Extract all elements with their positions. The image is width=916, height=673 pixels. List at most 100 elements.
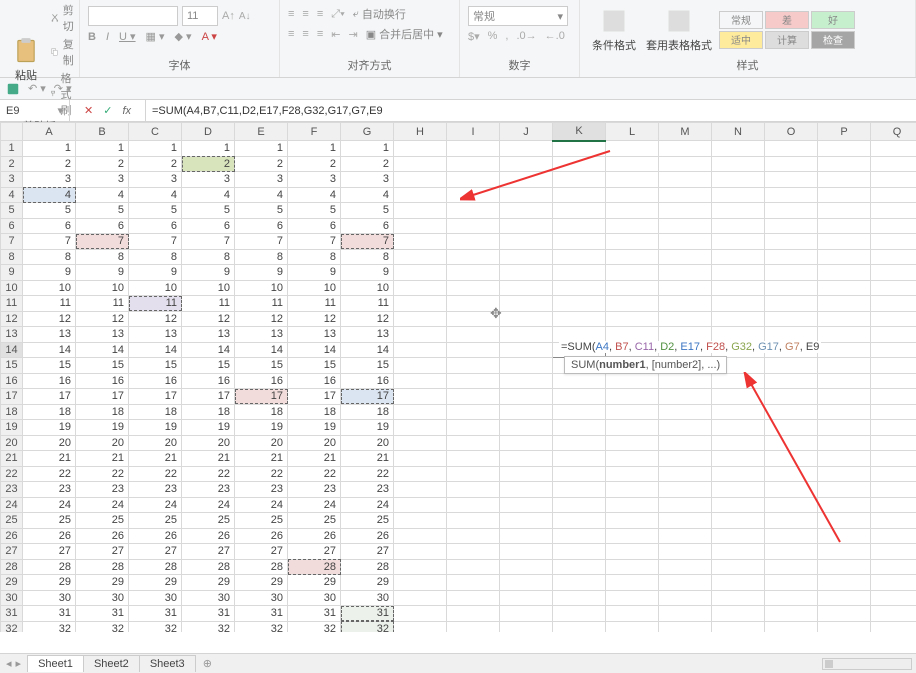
row-header-32[interactable]: 32 (1, 621, 23, 632)
cell-C12[interactable]: 12 (129, 311, 182, 327)
grow-font-icon[interactable]: A↑ (222, 10, 235, 22)
tab-nav-last-icon[interactable]: ▸ (16, 657, 22, 670)
row-header-13[interactable]: 13 (1, 327, 23, 343)
cell-K30[interactable] (553, 590, 606, 606)
cell-P18[interactable] (818, 404, 871, 420)
cell-J18[interactable] (500, 404, 553, 420)
cell-F4[interactable]: 4 (288, 187, 341, 203)
cell-L12[interactable] (606, 311, 659, 327)
cell-O25[interactable] (765, 513, 818, 529)
cell-K28[interactable] (553, 559, 606, 575)
cell-Q19[interactable] (871, 420, 916, 436)
save-icon[interactable] (6, 82, 20, 96)
cell-I3[interactable] (447, 172, 500, 188)
cell-K20[interactable] (553, 435, 606, 451)
cell-D18[interactable]: 18 (182, 404, 235, 420)
cell-G1[interactable]: 1 (341, 141, 394, 157)
row-header-22[interactable]: 22 (1, 466, 23, 482)
col-header-O[interactable]: O (765, 123, 818, 141)
cell-G7[interactable]: 7 (341, 234, 394, 250)
cell-D22[interactable]: 22 (182, 466, 235, 482)
cell-H1[interactable] (394, 141, 447, 157)
cell-P28[interactable] (818, 559, 871, 575)
sheet-tab-3[interactable]: Sheet3 (139, 655, 196, 672)
underline-button[interactable]: U ▾ (119, 30, 136, 43)
cell-K25[interactable] (553, 513, 606, 529)
cell-O4[interactable] (765, 187, 818, 203)
cell-I4[interactable] (447, 187, 500, 203)
cell-A7[interactable]: 7 (23, 234, 76, 250)
cell-M10[interactable] (659, 280, 712, 296)
cell-E24[interactable]: 24 (235, 497, 288, 513)
cell-M19[interactable] (659, 420, 712, 436)
style-bad[interactable]: 差 (765, 11, 809, 29)
cell-H21[interactable] (394, 451, 447, 467)
cell-K27[interactable] (553, 544, 606, 560)
cell-O6[interactable] (765, 218, 818, 234)
cell-L7[interactable] (606, 234, 659, 250)
cell-D3[interactable]: 3 (182, 172, 235, 188)
cell-L1[interactable] (606, 141, 659, 157)
cell-J21[interactable] (500, 451, 553, 467)
cell-J24[interactable] (500, 497, 553, 513)
cell-Q32[interactable] (871, 621, 916, 632)
cell-C19[interactable]: 19 (129, 420, 182, 436)
cell-B11[interactable]: 11 (76, 296, 129, 312)
cell-J19[interactable] (500, 420, 553, 436)
cell-D23[interactable]: 23 (182, 482, 235, 498)
style-calc[interactable]: 计算 (765, 31, 809, 49)
cell-K2[interactable] (553, 156, 606, 172)
font-size-select[interactable]: 11 (182, 6, 218, 26)
cell-F19[interactable]: 19 (288, 420, 341, 436)
cell-G31[interactable]: 31 (341, 606, 394, 622)
cell-D1[interactable]: 1 (182, 141, 235, 157)
cell-N8[interactable] (712, 249, 765, 265)
cell-J28[interactable] (500, 559, 553, 575)
cell-F32[interactable]: 32 (288, 621, 341, 632)
cell-L2[interactable] (606, 156, 659, 172)
cell-D20[interactable]: 20 (182, 435, 235, 451)
cell-F24[interactable]: 24 (288, 497, 341, 513)
cell-B24[interactable]: 24 (76, 497, 129, 513)
cell-K6[interactable] (553, 218, 606, 234)
cell-G23[interactable]: 23 (341, 482, 394, 498)
shrink-font-icon[interactable]: A↓ (239, 11, 251, 22)
cell-Q27[interactable] (871, 544, 916, 560)
cell-K22[interactable] (553, 466, 606, 482)
cell-O24[interactable] (765, 497, 818, 513)
row-header-11[interactable]: 11 (1, 296, 23, 312)
cell-C2[interactable]: 2 (129, 156, 182, 172)
indent-dec-icon[interactable]: ⇤ (331, 28, 340, 41)
cell-Q2[interactable] (871, 156, 916, 172)
cell-P14[interactable] (818, 342, 871, 358)
cell-A11[interactable]: 11 (23, 296, 76, 312)
cell-K5[interactable] (553, 203, 606, 219)
col-header-L[interactable]: L (606, 123, 659, 141)
cell-O13[interactable] (765, 327, 818, 343)
cell-M16[interactable] (659, 373, 712, 389)
cell-C25[interactable]: 25 (129, 513, 182, 529)
cell-M4[interactable] (659, 187, 712, 203)
cell-G27[interactable]: 27 (341, 544, 394, 560)
cell-I5[interactable] (447, 203, 500, 219)
cell-D12[interactable]: 12 (182, 311, 235, 327)
cell-L26[interactable] (606, 528, 659, 544)
percent-icon[interactable]: % (488, 30, 498, 43)
cell-I32[interactable] (447, 621, 500, 632)
cell-F7[interactable]: 7 (288, 234, 341, 250)
cell-J27[interactable] (500, 544, 553, 560)
cell-P8[interactable] (818, 249, 871, 265)
cell-H9[interactable] (394, 265, 447, 281)
cell-P5[interactable] (818, 203, 871, 219)
cell-I13[interactable] (447, 327, 500, 343)
cell-I1[interactable] (447, 141, 500, 157)
inc-decimal-icon[interactable]: .0→ (516, 30, 536, 43)
cell-H12[interactable] (394, 311, 447, 327)
name-box[interactable]: E9▾ (0, 100, 70, 121)
cell-A12[interactable]: 12 (23, 311, 76, 327)
row-header-4[interactable]: 4 (1, 187, 23, 203)
cell-J7[interactable] (500, 234, 553, 250)
cell-N11[interactable] (712, 296, 765, 312)
cell-E15[interactable]: 15 (235, 358, 288, 374)
cell-F17[interactable]: 17 (288, 389, 341, 405)
